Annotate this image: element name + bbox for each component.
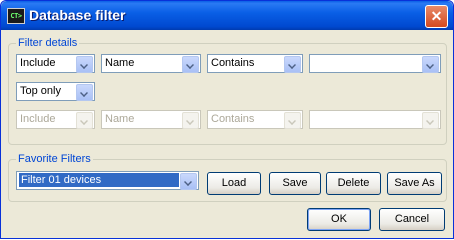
chevron-down-icon[interactable]: [180, 173, 197, 190]
ok-button[interactable]: OK: [307, 208, 371, 231]
title-bar[interactable]: CT> Database filter ✕: [1, 1, 453, 30]
close-button[interactable]: ✕: [425, 5, 448, 28]
include-select[interactable]: Include: [16, 54, 95, 73]
cancel-button[interactable]: Cancel: [379, 208, 445, 231]
field-select[interactable]: Name: [101, 54, 201, 73]
chevron-down-icon: [422, 112, 439, 129]
operator-select-value: Contains: [211, 57, 255, 69]
include-select-2-value: Include: [20, 113, 56, 125]
database-filter-dialog: CT> Database filter ✕ Filter details Inc…: [0, 0, 454, 239]
chevron-down-icon[interactable]: [284, 56, 301, 73]
chevron-down-icon: [76, 112, 93, 129]
chevron-down-icon[interactable]: [76, 84, 93, 101]
include-select-value: Include: [20, 57, 56, 69]
value-select[interactable]: [309, 54, 441, 73]
favorite-filter-select-value: Filter 01 devices: [19, 173, 179, 187]
filter-details-legend: Filter details: [16, 37, 80, 49]
scope-select-value: Top only: [20, 85, 61, 97]
chevron-down-icon[interactable]: [76, 56, 93, 73]
scope-select[interactable]: Top only: [16, 82, 95, 101]
operator-select-2-value: Contains: [211, 113, 255, 125]
terminal-app-icon: CT>: [7, 8, 25, 24]
favorite-filters-legend: Favorite Filters: [16, 153, 93, 165]
field-select-2: Name: [101, 110, 201, 129]
favorite-filter-select[interactable]: Filter 01 devices: [16, 171, 199, 190]
chevron-down-icon[interactable]: [422, 56, 439, 73]
operator-select-2: Contains: [207, 110, 303, 129]
field-select-2-value: Name: [105, 113, 135, 125]
field-select-value: Name: [105, 57, 135, 69]
include-select-2: Include: [16, 110, 95, 129]
save-as-button[interactable]: Save As: [387, 172, 442, 195]
save-button[interactable]: Save: [269, 172, 321, 195]
chevron-down-icon: [182, 112, 199, 129]
delete-button[interactable]: Delete: [326, 172, 381, 195]
value-select-2: [309, 110, 441, 129]
load-button[interactable]: Load: [207, 172, 261, 195]
window-title: Database filter: [29, 7, 126, 23]
chevron-down-icon: [284, 112, 301, 129]
chevron-down-icon[interactable]: [182, 56, 199, 73]
operator-select[interactable]: Contains: [207, 54, 303, 73]
